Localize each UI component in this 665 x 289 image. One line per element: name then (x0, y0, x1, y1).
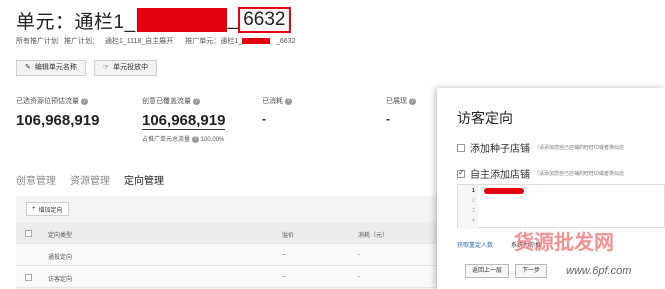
help-icon[interactable]: ? (193, 97, 200, 105)
stat-shown: 已展现? - (386, 96, 416, 126)
targeting-table: 定向类型 溢价 消耗（元） 通投定向 -- - 访客定向 -- - (16, 222, 446, 288)
help-icon[interactable]: ? (409, 97, 416, 105)
toolbar: ✎ 编辑单元名称 ☞ 单元投放中 (16, 60, 158, 76)
breadcrumb-unit-suffix: _6632 (276, 37, 296, 45)
row-premium: -- (282, 274, 286, 280)
dialog-title: 访客定向 (457, 110, 513, 126)
seed-shop-hint: （请添加您自己店铺的旺旺ID或者类似店 (534, 145, 625, 151)
tab-resource[interactable]: 资源管理 (70, 172, 110, 187)
self-add-shop-hint: （请添加您自己店铺的旺旺ID或者类似店 (534, 171, 625, 177)
self-add-shop-option[interactable]: 自主添加店铺 （请添加您自己店铺的旺旺ID或者类似店 (457, 166, 624, 181)
redacted-block (484, 188, 524, 194)
table-header: 定向类型 溢价 消耗（元） (16, 222, 446, 244)
pencil-icon: ✎ (25, 64, 31, 71)
stat-selected-flow-label: 已选资源位预估流量 (16, 98, 79, 105)
title-suffix: _ (227, 9, 239, 30)
tab-creative[interactable]: 创意管理 (16, 172, 56, 187)
stat-share-label: 占推广单元总流量 (142, 137, 191, 143)
edit-unit-name-label: 编辑单元名称 (34, 64, 77, 71)
row-premium: -- (282, 252, 286, 258)
add-targeting-button[interactable]: + 增加定向 (26, 202, 69, 216)
title-prefix: 单元：通栏1_ (16, 11, 136, 33)
dialog-buttons: 返回上一层 下一步 (465, 264, 548, 278)
shop-id-textarea[interactable]: 1 2 3 4 (457, 184, 665, 229)
breadcrumb: 所有推广计划 推广计划： 通栏1_1118_自主展开 推广单元：通栏1_ _663… (16, 36, 301, 46)
breadcrumb-plan-name: 通栏1_1118_自主展开 (105, 38, 174, 45)
stats-panel: 已选资源位预估流量? 106,968,919 创意已覆盖流量? 106,968,… (16, 96, 446, 146)
stat-consumed-label: 已消耗 (262, 98, 283, 105)
breadcrumb-plan-prefix: 推广计划： (64, 38, 99, 45)
help-icon[interactable]: ? (192, 135, 200, 143)
visitor-targeting-dialog: 访客定向 添加种子店铺 （请添加您自己店铺的旺旺ID或者类似店 自主添加店铺 （… (437, 88, 665, 289)
self-add-shop-checkbox[interactable] (457, 168, 465, 178)
redacted-block (136, 8, 227, 32)
row-cost: - (358, 274, 360, 280)
row-type: 通投定向 (48, 255, 73, 261)
stat-covered-flow-label: 创意已覆盖流量 (142, 98, 191, 105)
stat-consumed: 已消耗? - (262, 96, 292, 126)
stat-selected-flow: 已选资源位预估流量? 106,968,919 (16, 96, 99, 129)
help-icon[interactable]: ? (285, 97, 292, 105)
seed-shop-checkbox[interactable] (457, 143, 465, 152)
stat-shown-value: - (386, 112, 390, 126)
hand-icon: ☞ (102, 64, 110, 71)
back-button[interactable]: 返回上一层 (465, 264, 510, 278)
column-header-type: 定向类型 (48, 233, 73, 239)
help-icon[interactable]: ? (81, 97, 88, 105)
tab-bar: 创意管理 资源管理 定向管理 (16, 172, 164, 187)
breadcrumb-plan[interactable]: 推广计划： 通栏1_1118_自主展开 (64, 36, 179, 46)
targeting-panel: + 增加定向 定向类型 溢价 消耗（元） 通投定向 -- - 访客定向 -- - (16, 196, 446, 289)
line-number: 1 (472, 188, 475, 194)
seed-shop-label: 添加种子店铺 (470, 144, 530, 155)
line-gutter (458, 185, 478, 229)
table-row: 通投定向 -- - (16, 244, 446, 266)
table-row: 访客定向 -- - (16, 266, 446, 288)
stat-share-value: 100.00% (200, 137, 225, 143)
redacted-block (242, 38, 271, 44)
line-number: 4 (472, 218, 475, 224)
column-header-premium: 溢价 (282, 233, 295, 239)
row-cost: - (358, 252, 360, 258)
stat-consumed-value: - (262, 112, 266, 126)
edit-unit-name-button[interactable]: ✎ 编辑单元名称 (16, 60, 86, 76)
unit-page: 单元：通栏1_ _ 6632 所有推广计划 推广计划： 通栏1_1118_自主展开… (0, 0, 665, 289)
add-targeting-label: 增加定向 (38, 207, 63, 214)
self-add-shop-label: 自主添加店铺 (470, 170, 530, 181)
watermark-text: 货源批发网 (514, 232, 614, 254)
tab-targeting[interactable]: 定向管理 (124, 172, 164, 187)
page-title: 单元：通栏1_ _ 6632 (16, 6, 291, 34)
select-all-checkbox[interactable] (25, 230, 32, 237)
title-highlight: 6632 (238, 7, 291, 33)
column-header-cost: 消耗（元） (358, 233, 389, 239)
next-button[interactable]: 下一步 (515, 264, 548, 278)
stat-selected-flow-value: 106,968,919 (16, 112, 100, 129)
stat-covered-flow-value[interactable]: 106,968,919 (142, 112, 226, 130)
breadcrumb-unit-prefix: 推广单元：通栏1_ (185, 38, 243, 45)
row-checkbox[interactable] (25, 274, 32, 281)
line-number: 2 (472, 198, 475, 204)
unit-delivery-label: 单元投放中 (113, 64, 149, 71)
row-type: 访客定向 (48, 277, 73, 283)
breadcrumb-all-plans[interactable]: 所有推广计划 (16, 36, 58, 46)
get-audience-link[interactable]: 获取重定人数 (457, 240, 493, 249)
seed-shop-option[interactable]: 添加种子店铺 （请添加您自己店铺的旺旺ID或者类似店 (457, 140, 624, 155)
line-number: 3 (472, 208, 475, 214)
stat-shown-label: 已展现 (386, 98, 407, 105)
unit-delivery-button[interactable]: ☞ 单元投放中 (93, 60, 158, 76)
stat-covered-flow: 创意已覆盖流量? 106,968,919 占推广单元总流量? 100.00% (142, 96, 226, 143)
watermark-url: www.6pf.com (566, 265, 632, 277)
plus-icon: + (32, 206, 36, 212)
